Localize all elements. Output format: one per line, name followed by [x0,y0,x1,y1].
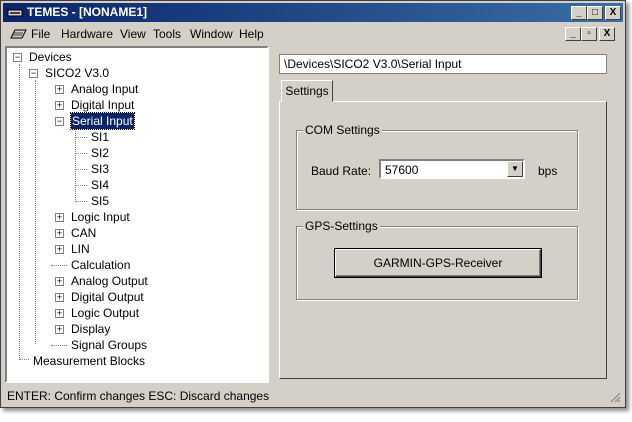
minimize-button[interactable]: _ [571,6,587,20]
path-field: \Devices\SICO2 V3.0\Serial Input [279,54,607,74]
tree-node-label: Logic Output [71,306,140,320]
expand-icon[interactable]: + [55,325,64,334]
resize-grip-icon[interactable] [609,391,621,403]
menu-help[interactable]: Help [239,27,264,41]
gps-settings-label: GPS-Settings [303,219,380,233]
title-bar[interactable]: TEMES - [NONAME1] _ □ X [3,3,623,22]
tree-node-label: Display [71,322,111,336]
tree-node-label: Logic Input [71,210,130,224]
tree-node-label: Digital Input [71,98,135,112]
expand-icon[interactable]: + [55,309,64,318]
tree-node-label: Calculation [71,258,131,272]
close-button[interactable]: X [605,6,621,20]
tree-connector [75,137,87,138]
expand-icon[interactable]: + [55,213,64,222]
expand-icon[interactable]: + [55,101,64,110]
status-text: ENTER: Confirm changes ESC: Discard chan… [7,389,270,403]
tree-connector [75,153,87,154]
app-window: TEMES - [NONAME1] _ □ X File Hardware Vi… [0,0,626,408]
app-icon [7,9,23,17]
com-settings-label: COM Settings [303,123,382,137]
expand-icon[interactable]: + [55,229,64,238]
expand-icon[interactable]: + [55,277,64,286]
baud-rate-select[interactable]: 57600 ▼ [379,159,525,179]
baud-unit-label: bps [538,164,558,178]
menu-window[interactable]: Window [190,27,233,41]
device-tree[interactable]: − Devices − SICO2 V3.0 + Analog Input + Dig… [5,46,269,383]
tree-connector [19,64,20,360]
tree-node-label: Digital Output [71,290,144,304]
maximize-button[interactable]: □ [587,6,603,20]
chevron-down-icon[interactable]: ▼ [507,161,523,177]
expand-icon[interactable]: + [55,245,64,254]
collapse-icon[interactable]: − [55,117,64,126]
expand-icon[interactable]: + [55,85,64,94]
document-icon[interactable] [9,28,27,40]
gps-settings-group: GPS-Settings GARMIN-GPS-Receiver [296,219,578,300]
tree-connector [75,169,87,170]
menu-tools[interactable]: Tools [153,27,181,41]
tree-connector [19,359,29,360]
mdi-close-button[interactable]: X [599,27,615,41]
tree-node-label: Serial Input [70,112,135,130]
tree-connector [75,185,87,186]
menu-file[interactable]: File [31,27,50,41]
menu-bar: File Hardware View Tools Window Help _ ▫… [3,24,623,44]
tree-connector [75,128,76,200]
menu-hardware[interactable]: Hardware [61,27,113,41]
tree-node-label: SI1 [91,130,110,144]
status-bar: ENTER: Confirm changes ESC: Discard chan… [3,387,623,405]
properties-pane: \Devices\SICO2 V3.0\Serial Input Setting… [273,46,623,383]
baud-rate-value: 57600 [385,163,419,177]
baud-rate-label: Baud Rate: [311,164,372,178]
tree-node-label: SI3 [91,162,110,176]
tree-node-label: SI5 [91,194,110,208]
collapse-icon[interactable]: − [13,53,22,62]
mdi-restore-button[interactable]: ▫ [581,27,597,41]
collapse-icon[interactable]: − [29,69,38,78]
settings-panel: COM Settings Baud Rate: 57600 ▼ bps GPS-… [279,101,607,379]
tree-node-label: SI2 [91,146,110,160]
tree-node-label: Analog Input [71,82,139,96]
mdi-minimize-button[interactable]: _ [565,27,581,41]
tree-node-label: CAN [71,226,97,240]
tree-node-label: SI4 [91,178,110,192]
menu-view[interactable]: View [120,27,146,41]
tree-node-label: Signal Groups [71,338,148,352]
window-title: TEMES - [NONAME1] [27,5,147,19]
tree-connector [51,345,67,346]
tree-connector [75,201,87,202]
gps-receiver-button[interactable]: GARMIN-GPS-Receiver [334,248,542,278]
tree-node-label: LIN [71,242,90,256]
tree-connector [35,80,36,344]
tree-node-label: Analog Output [71,274,148,288]
com-settings-group: COM Settings Baud Rate: 57600 ▼ bps [296,123,578,210]
expand-icon[interactable]: + [55,293,64,302]
tab-settings[interactable]: Settings [281,80,333,102]
tree-connector [51,265,67,266]
